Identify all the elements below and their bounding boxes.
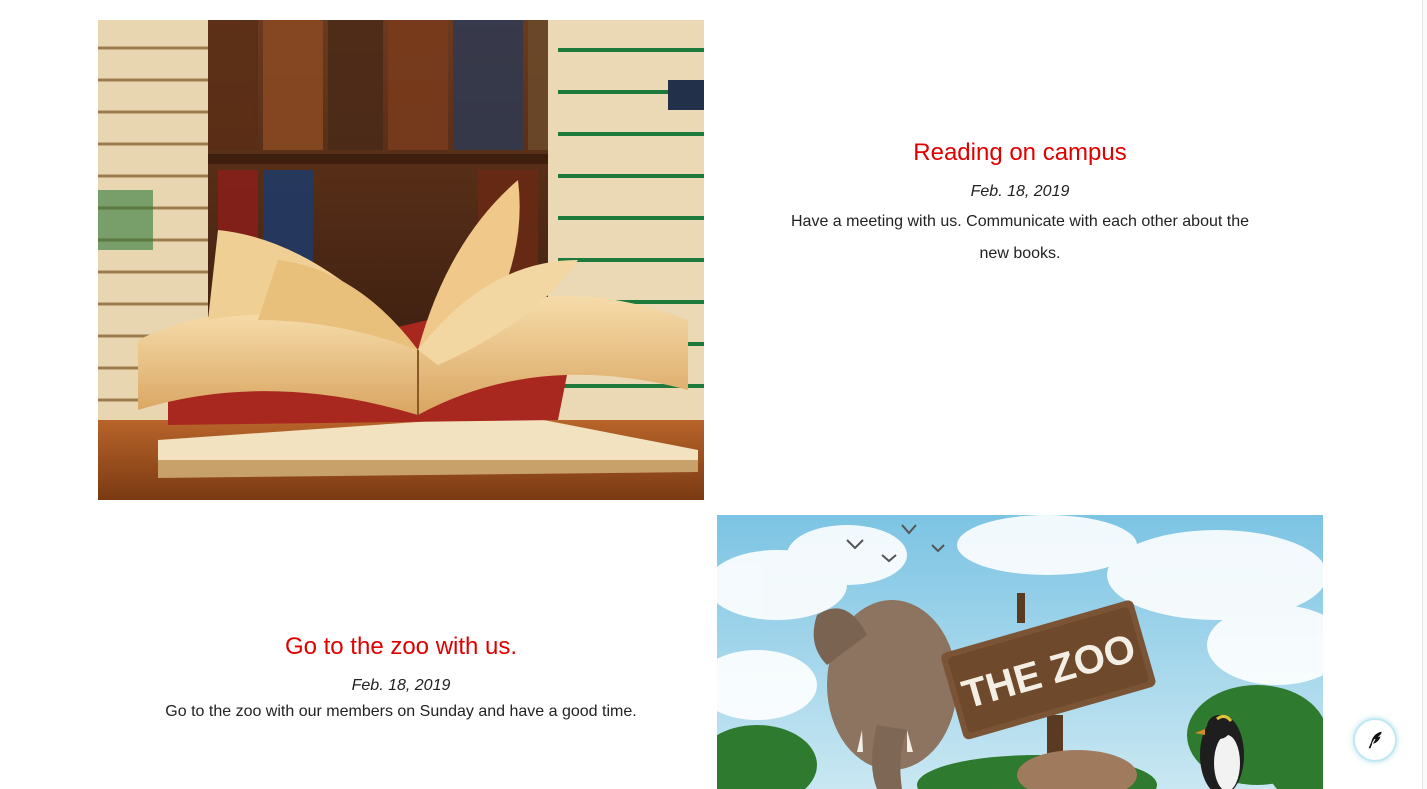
books-illustration bbox=[98, 20, 704, 500]
post-title[interactable]: Go to the zoo with us. bbox=[98, 632, 704, 662]
page: Reading on campus Feb. 18, 2019 Have a m… bbox=[0, 0, 1427, 789]
zoo-illustration: THE ZOO bbox=[717, 515, 1323, 789]
post-date: Feb. 18, 2019 bbox=[970, 183, 1070, 200]
scrollbar-track[interactable] bbox=[1422, 0, 1427, 789]
post-image-zoo: THE ZOO bbox=[717, 515, 1323, 789]
bird-feather-button[interactable] bbox=[1353, 718, 1397, 762]
post-card-reading: Reading on campus Feb. 18, 2019 Have a m… bbox=[704, 138, 1336, 270]
post-image-books bbox=[98, 20, 704, 500]
post-description: Have a meeting with us. Communicate with… bbox=[790, 213, 1250, 262]
post-title[interactable]: Reading on campus bbox=[704, 138, 1336, 168]
post-description: Go to the zoo with our members on Sunday… bbox=[165, 703, 637, 720]
post-card-zoo: Go to the zoo with us. Feb. 18, 2019 Go … bbox=[98, 632, 704, 724]
post-date: Feb. 18, 2019 bbox=[351, 677, 451, 694]
bird-feather-icon bbox=[1368, 731, 1382, 749]
